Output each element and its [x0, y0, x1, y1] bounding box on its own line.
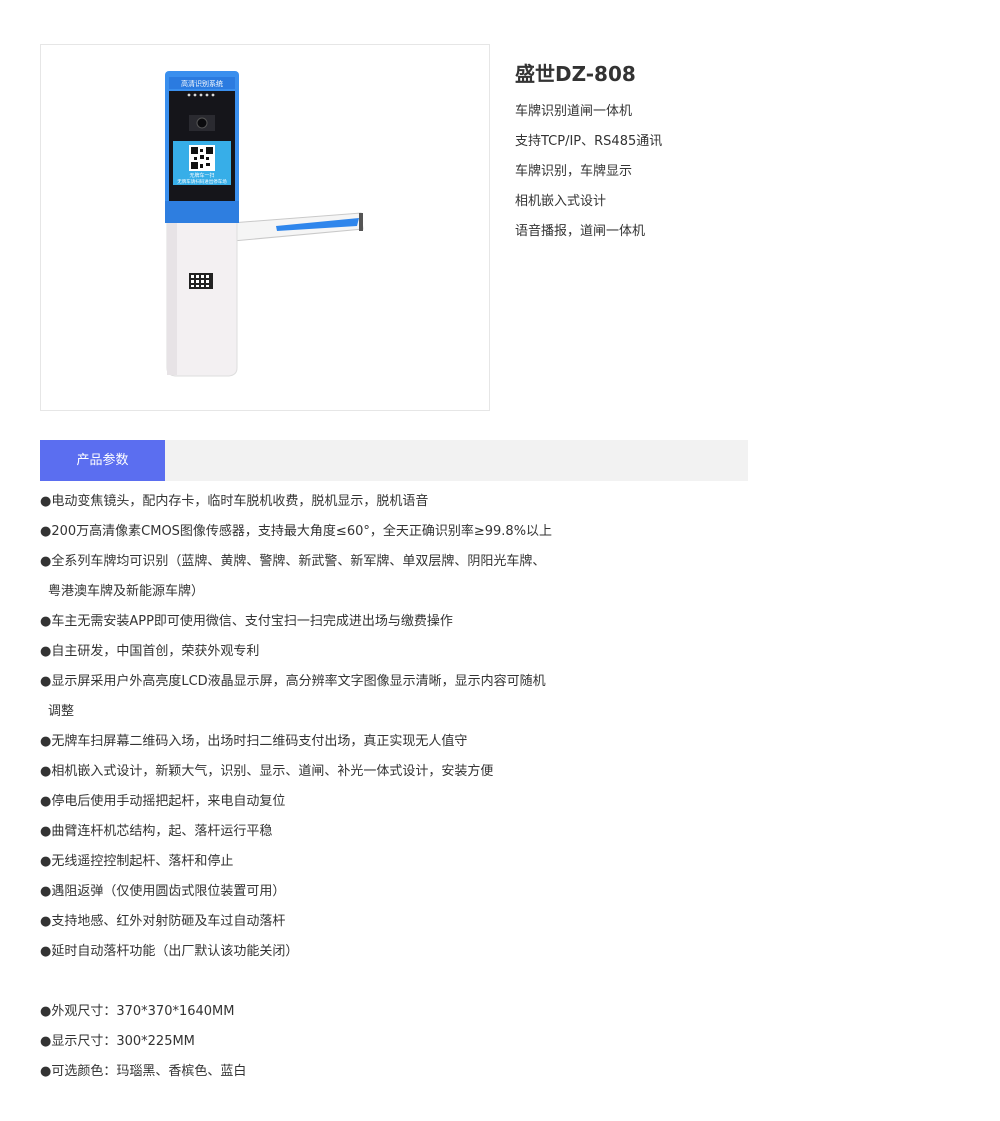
screen-header-text: 高清识别系统	[181, 79, 223, 88]
product-info: 盛世DZ-808 车牌识别道闸一体机 支持TCP/IP、RS485通讯 车牌识别…	[515, 60, 662, 247]
spec-spacer	[40, 967, 740, 997]
feature-item: 车牌识别道闸一体机	[515, 104, 633, 119]
spec-item: ●外观尺寸：370*370*1640MM	[40, 1004, 235, 1019]
tab-bar: 产品参数	[40, 440, 748, 481]
spec-item: ●延时自动落杆功能（出厂默认该功能关闭）	[40, 944, 299, 959]
spec-item: ●车主无需安装APP即可使用微信、支付宝扫一扫完成进出场与缴费操作	[40, 614, 453, 629]
feature-item: 支持TCP/IP、RS485通讯	[515, 134, 663, 149]
spec-item: ●显示尺寸：300*225MM	[40, 1034, 195, 1049]
feature-item: 语音播报，道闸一体机	[515, 224, 646, 239]
screen-line1-text: 无牌车一扫	[189, 172, 214, 179]
spec-item: ●相机嵌入式设计，新颖大气，识别、显示、道闸、补光一体式设计，安装方便	[40, 764, 494, 779]
product-image: 高清识别系统 无牌车一扫 无牌车请扫码进出停车场	[40, 44, 490, 411]
gate-column	[166, 214, 238, 377]
spec-item: ●200万高清像素CMOS图像传感器，支持最大角度≤60°，全天正确识别率≥99…	[40, 524, 553, 539]
spec-item: ●遇阻返弹（仅使用圆齿式限位装置可用）	[40, 884, 286, 899]
spec-item: ●全系列车牌均可识别（蓝牌、黄牌、警牌、新武警、新军牌、单双层牌、阴阳光车牌、	[40, 554, 546, 569]
spec-item: ●支持地感、红外对射防砸及车过自动落杆	[40, 914, 286, 929]
spec-item: ●无牌车扫屏幕二维码入场，出场时扫二维码支付出场，真正实现无人值守	[40, 734, 468, 749]
spec-item: ●显示屏采用户外高亮度LCD液晶显示屏，高分辨率文字图像显示清晰，显示内容可随机	[40, 674, 546, 689]
spec-item: ●停电后使用手动摇把起杆，来电自动复位	[40, 794, 286, 809]
feature-item: 相机嵌入式设计	[515, 194, 607, 209]
feature-item: 车牌识别，车牌显示	[515, 164, 633, 179]
qr-code-icon	[189, 145, 215, 171]
spec-item: 粤港澳车牌及新能源车牌）	[48, 584, 205, 599]
spec-item: ●自主研发，中国首创，荣获外观专利	[40, 644, 260, 659]
spec-item: ●可选颜色：玛瑙黑、香槟色、蓝白	[40, 1064, 247, 1079]
product-title: 盛世DZ-808	[515, 62, 636, 86]
tab-product-params[interactable]: 产品参数	[40, 440, 165, 481]
keypad-icon	[189, 273, 213, 289]
barrier-arm	[230, 212, 364, 242]
spec-item: 调整	[48, 704, 75, 719]
screen-line2-text: 无牌车请扫码进出停车场	[177, 178, 227, 185]
spec-list: ●电动变焦镜头，配内存卡，临时车脱机收费，脱机显示，脱机语音 ●200万高清像素…	[40, 487, 740, 1087]
spec-item: ●曲臂连杆机芯结构，起、落杆运行平稳	[40, 824, 273, 839]
spec-item: ●无线遥控控制起杆、落杆和停止	[40, 854, 234, 869]
spec-item: ●电动变焦镜头，配内存卡，临时车脱机收费，脱机显示，脱机语音	[40, 494, 429, 509]
display-head: 高清识别系统 无牌车一扫 无牌车请扫码进出停车场	[165, 71, 239, 223]
